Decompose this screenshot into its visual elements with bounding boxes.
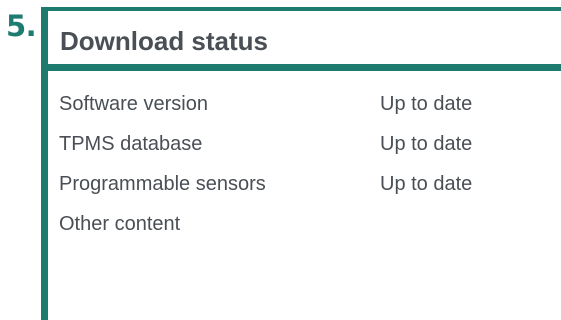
status-value: Up to date (380, 92, 473, 115)
step-number: 5. (6, 9, 37, 43)
status-row-other-content: Other content (59, 204, 559, 244)
status-row-tpms-database: TPMS database Up to date (59, 124, 559, 164)
panel-top-border (41, 7, 561, 11)
status-label: TPMS database (59, 132, 203, 155)
status-label: Software version (59, 92, 208, 115)
status-row-programmable-sensors: Programmable sensors Up to date (59, 164, 559, 204)
status-label: Programmable sensors (59, 172, 266, 195)
screen: 5. Download status Software version Up t… (0, 0, 561, 320)
panel-header-divider (41, 64, 561, 71)
status-label: Other content (59, 212, 181, 235)
status-value: Up to date (380, 132, 473, 155)
status-value: Up to date (380, 172, 473, 195)
status-row-software-version: Software version Up to date (59, 84, 559, 124)
panel-left-border (41, 7, 48, 320)
panel-title: Download status (60, 26, 269, 56)
download-status-list: Software version Up to date TPMS databas… (59, 84, 559, 244)
